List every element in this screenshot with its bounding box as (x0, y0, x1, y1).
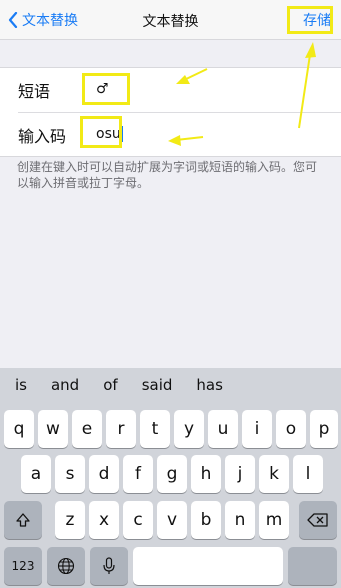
key-f[interactable]: f (123, 455, 153, 493)
keyboard: q w e r t y u i o p a s d f g h j k l z … (0, 402, 341, 588)
key-l[interactable]: l (293, 455, 323, 493)
key-k[interactable]: k (259, 455, 289, 493)
arrowhead-save (305, 42, 316, 58)
phrase-label: 短语 (18, 82, 51, 101)
suggestion-item[interactable]: said (142, 376, 173, 394)
phrase-row[interactable]: 短语 ♂ (0, 68, 341, 112)
numbers-key[interactable]: 123 (4, 547, 42, 585)
shortcut-label: 输入码 (18, 126, 67, 146)
microphone-icon (103, 557, 115, 574)
backspace-icon (307, 513, 328, 527)
key-a[interactable]: a (21, 455, 51, 493)
globe-key[interactable] (47, 547, 85, 585)
shortcut-highlight-box (80, 116, 122, 148)
suggestion-item[interactable]: is (15, 376, 27, 394)
predictive-bar: is and of said has (0, 368, 341, 402)
key-y[interactable]: y (174, 410, 204, 448)
key-x[interactable]: x (89, 501, 119, 539)
backspace-key[interactable] (299, 501, 337, 539)
suggestion-item[interactable]: of (103, 376, 117, 394)
suggestion-item[interactable]: has (196, 376, 223, 394)
key-j[interactable]: j (225, 455, 255, 493)
text-replacement-form: 短语 ♂ 输入码 osu (0, 67, 341, 157)
dictation-key[interactable] (90, 547, 128, 585)
key-s[interactable]: s (55, 455, 85, 493)
key-r[interactable]: r (106, 410, 136, 448)
return-key[interactable] (288, 547, 337, 585)
space-key[interactable] (133, 547, 283, 585)
phrase-highlight-box (82, 73, 130, 105)
key-g[interactable]: g (157, 455, 187, 493)
key-t[interactable]: t (140, 410, 170, 448)
key-d[interactable]: d (89, 455, 119, 493)
key-c[interactable]: c (123, 501, 153, 539)
shift-icon (16, 513, 30, 527)
key-e[interactable]: e (72, 410, 102, 448)
globe-icon (57, 557, 75, 575)
key-m[interactable]: m (259, 501, 289, 539)
suggestion-item[interactable]: and (51, 376, 79, 394)
key-b[interactable]: b (191, 501, 221, 539)
key-v[interactable]: v (157, 501, 187, 539)
key-w[interactable]: w (38, 410, 68, 448)
key-p[interactable]: p (310, 410, 338, 448)
key-h[interactable]: h (191, 455, 221, 493)
key-n[interactable]: n (225, 501, 255, 539)
shortcut-row[interactable]: 输入码 osu (18, 112, 341, 156)
key-u[interactable]: u (208, 410, 238, 448)
key-i[interactable]: i (242, 410, 272, 448)
key-o[interactable]: o (276, 410, 306, 448)
key-z[interactable]: z (55, 501, 85, 539)
key-q[interactable]: q (4, 410, 34, 448)
shift-key[interactable] (4, 501, 42, 539)
help-text: 创建在键入时可以自动扩展为字词或短语的输入码。您可以输入拼音或拉丁字母。 (17, 160, 318, 190)
save-highlight-box (287, 6, 333, 34)
